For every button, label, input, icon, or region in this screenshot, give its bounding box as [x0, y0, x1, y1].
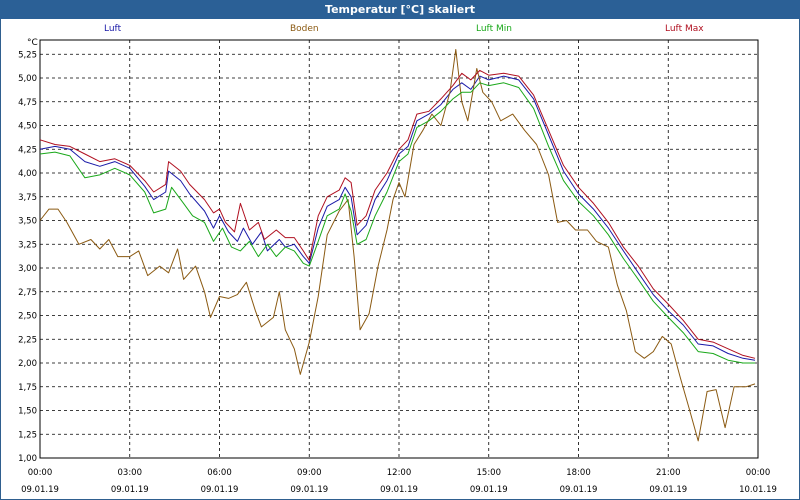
y-tick-label: 1,25	[18, 430, 37, 440]
x-tick-time-label: 21:00	[656, 468, 681, 478]
y-tick-label: 4,25	[18, 145, 37, 155]
x-tick-date-label: 09.01.19	[560, 485, 598, 495]
y-tick-label: 3,50	[18, 217, 37, 227]
y-tick-label: 3,75	[18, 193, 37, 203]
x-tick-date-label: 09.01.19	[290, 485, 328, 495]
x-tick-time-label: 06:00	[207, 468, 232, 478]
y-tick-label: 2,00	[18, 359, 37, 369]
x-tick-time-label: 12:00	[387, 468, 412, 478]
x-tick-date-label: 10.01.19	[739, 485, 777, 495]
y-tick-label: 2,75	[18, 288, 37, 298]
y-tick-label: 1,00	[18, 454, 37, 464]
x-tick-time-label: 09:00	[297, 468, 322, 478]
x-tick-time-label: 15:00	[477, 468, 502, 478]
x-tick-date-label: 09.01.19	[649, 485, 687, 495]
y-tick-label: 5,00	[18, 74, 37, 84]
x-tick-date-label: 09.01.19	[470, 485, 508, 495]
x-tick-time-label: 03:00	[118, 468, 143, 478]
line-chart: 1,00 1,25 1,50 1,75 2,00 2,25 2,50 2,75 3,00 3,25…	[18, 39, 777, 495]
y-tick-label: 1,50	[18, 407, 37, 417]
x-tick-time-label: 00:00	[746, 468, 771, 478]
y-tick-label: 4,50	[18, 122, 37, 132]
y-tick-label: 4,75	[18, 98, 37, 108]
y-tick-label: 1,75	[18, 383, 37, 393]
x-tick-date-label: 09.01.19	[201, 485, 239, 495]
y-tick-label: 3,25	[18, 240, 37, 250]
x-tick-time-label: 00:00	[28, 468, 53, 478]
y-tick-label: 4,00	[18, 169, 37, 179]
y-tick-label: 2,25	[18, 335, 37, 345]
x-tick-date-label: 09.01.19	[380, 485, 418, 495]
x-tick-date-label: 09.01.19	[111, 485, 149, 495]
x-tick-date-label: 09.01.19	[21, 485, 59, 495]
x-tick-time-label: 18:00	[566, 468, 591, 478]
y-tick-label: 3,00	[18, 264, 37, 274]
y-tick-label: 2,50	[18, 312, 37, 322]
y-tick-label: 5,25	[18, 50, 37, 60]
